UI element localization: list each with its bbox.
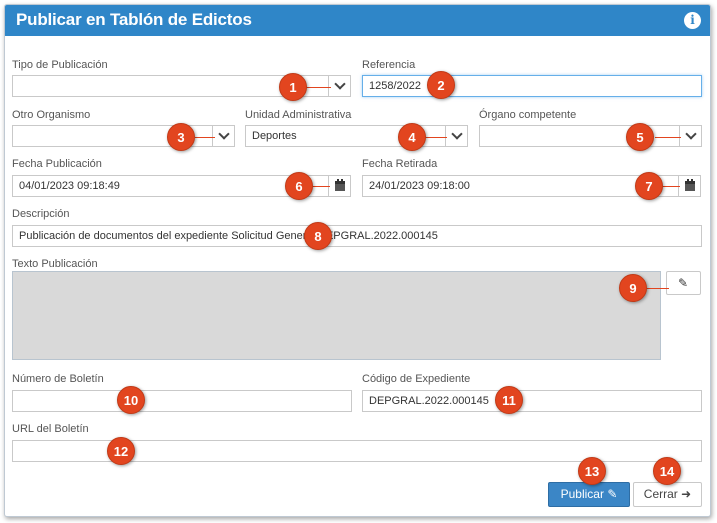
publicar-button[interactable]: Publicar ✎: [548, 482, 630, 507]
chevron-down-icon: [451, 128, 463, 140]
codigo-expediente-label: Código de Expediente: [362, 373, 471, 385]
texto-publicacion-edit-button[interactable]: ✎: [666, 271, 701, 295]
calendar-icon: [335, 179, 345, 191]
callout-10: 10: [117, 386, 145, 414]
publicar-dialog: Publicar en Tablón de Edictos i Tipo de …: [4, 4, 711, 517]
codigo-expediente-input[interactable]: DEPGRAL.2022.000145: [362, 390, 702, 412]
callout-11: 11: [495, 386, 523, 414]
dialog-titlebar: Publicar en Tablón de Edictos i: [5, 5, 710, 36]
info-icon[interactable]: i: [684, 12, 701, 29]
callout-3: 3: [167, 123, 195, 151]
edit-icon: ✎: [607, 487, 618, 501]
callout-leader-3: [195, 137, 215, 138]
numero-boletin-label: Número de Boletín: [12, 373, 104, 385]
otro-organismo-label: Otro Organismo: [12, 109, 91, 121]
fecha-retirada-label: Fecha Retirada: [362, 158, 438, 170]
otro-organismo-dropdown-button[interactable]: [212, 125, 235, 147]
url-boletin-label: URL del Boletín: [12, 423, 89, 435]
descripcion-input[interactable]: Publicación de documentos del expediente…: [12, 225, 702, 247]
callout-7: 7: [635, 172, 663, 200]
callout-13: 13: [578, 457, 606, 485]
texto-publicacion-textarea[interactable]: [12, 271, 661, 360]
fecha-publicacion-label: Fecha Publicación: [12, 158, 102, 170]
chevron-down-icon: [218, 128, 230, 140]
fecha-retirada-calendar-button[interactable]: [678, 175, 701, 197]
tipo-publicacion-label: Tipo de Publicación: [12, 59, 108, 71]
callout-leader-1: [305, 87, 331, 88]
tipo-publicacion-dropdown-button[interactable]: [328, 75, 351, 97]
fecha-publicacion-input[interactable]: 04/01/2023 09:18:49: [12, 175, 329, 197]
callout-leader-7: [660, 186, 680, 187]
chevron-down-icon: [685, 128, 697, 140]
callout-14: 14: [653, 457, 681, 485]
referencia-input[interactable]: 1258/2022: [362, 75, 702, 97]
callout-12: 12: [107, 437, 135, 465]
texto-publicacion-label: Texto Publicación: [12, 258, 98, 270]
callout-9: 9: [619, 274, 647, 302]
chevron-down-icon: [334, 78, 346, 90]
sign-out-icon: ➜: [681, 487, 692, 501]
callout-2: 2: [427, 71, 455, 99]
edit-icon: ✎: [678, 276, 689, 290]
unidad-administrativa-label: Unidad Administrativa: [245, 109, 352, 121]
organo-competente-label: Órgano competente: [479, 109, 577, 121]
fecha-publicacion-calendar-button[interactable]: [328, 175, 351, 197]
callout-leader-9: [645, 288, 669, 289]
callout-leader-4: [423, 137, 447, 138]
fecha-retirada-input[interactable]: 24/01/2023 09:18:00: [362, 175, 679, 197]
descripcion-label: Descripción: [12, 208, 70, 220]
numero-boletin-input[interactable]: [12, 390, 352, 412]
unidad-administrativa-dropdown-button[interactable]: [445, 125, 468, 147]
publicar-button-label: Publicar: [560, 487, 604, 501]
callout-4: 4: [398, 123, 426, 151]
cerrar-button[interactable]: Cerrar ➜: [633, 482, 702, 507]
callout-6: 6: [285, 172, 313, 200]
callout-1: 1: [279, 73, 307, 101]
callout-leader-5: [655, 137, 681, 138]
callout-leader-6: [310, 186, 330, 187]
callout-5: 5: [626, 123, 654, 151]
organo-competente-dropdown-button[interactable]: [679, 125, 702, 147]
calendar-icon: [685, 179, 695, 191]
cerrar-button-label: Cerrar: [643, 487, 678, 501]
referencia-label: Referencia: [362, 59, 416, 71]
dialog-title: Publicar en Tablón de Edictos: [16, 10, 252, 29]
callout-8: 8: [304, 222, 332, 250]
